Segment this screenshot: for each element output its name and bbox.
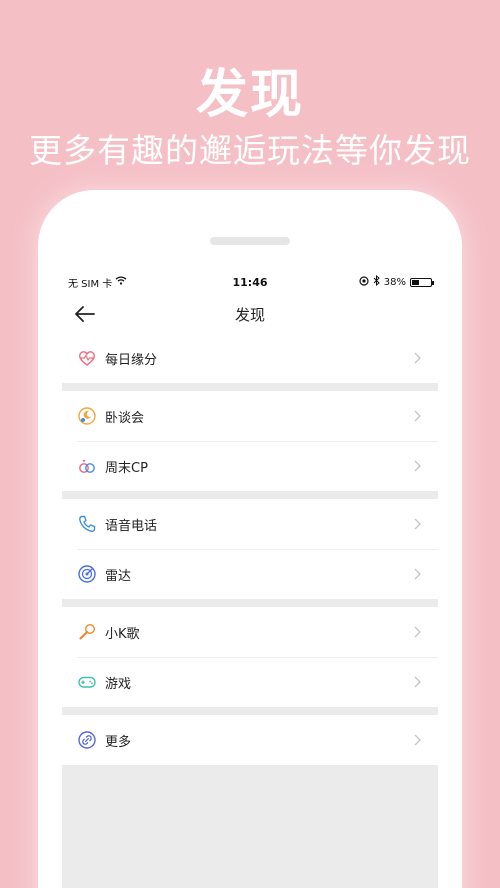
menu-item-label: 小K歌 bbox=[105, 626, 140, 642]
chevron-right-icon bbox=[408, 515, 426, 533]
status-bar: 无 SIM 卡 11:46 38% bbox=[62, 269, 438, 295]
menu-group: 小K歌游戏 bbox=[62, 607, 438, 707]
menu-item[interactable]: 雷达 bbox=[62, 549, 438, 599]
chevron-right-icon bbox=[408, 673, 426, 691]
battery-percent: 38% bbox=[383, 276, 406, 288]
menu-item-label: 游戏 bbox=[105, 676, 132, 692]
menu-item-label: 每日缘分 bbox=[105, 352, 158, 368]
gamepad-icon bbox=[77, 672, 97, 692]
chevron-right-icon bbox=[408, 349, 426, 367]
chevron-right-icon bbox=[408, 731, 426, 749]
chevron-right-icon bbox=[408, 407, 426, 425]
chevron-right-icon bbox=[408, 457, 426, 475]
back-button[interactable] bbox=[72, 302, 98, 326]
menu-item[interactable]: 游戏 bbox=[62, 657, 438, 707]
nav-bar: 发现 bbox=[62, 295, 438, 333]
chevron-right-icon bbox=[408, 623, 426, 641]
bluetooth-icon bbox=[373, 274, 380, 289]
chevron-right-icon bbox=[408, 565, 426, 583]
moon-chat-icon bbox=[77, 406, 97, 426]
promo-subtitle: 更多有趣的邂逅玩法等你发现 bbox=[29, 131, 471, 170]
menu-group: 更多 bbox=[62, 715, 438, 765]
menu-item-label: 语音电话 bbox=[105, 518, 158, 534]
menu-group: 语音电话 雷达 bbox=[62, 499, 438, 599]
menu-item-label: 周末CP bbox=[105, 460, 148, 476]
menu-item[interactable]: 周末CP bbox=[62, 441, 438, 491]
location-lock-icon bbox=[359, 275, 369, 289]
menu-item-label: 雷达 bbox=[105, 568, 132, 584]
menu-item[interactable]: 语音电话 bbox=[62, 499, 438, 549]
microphone-icon bbox=[77, 622, 97, 642]
heart-pulse-icon bbox=[77, 348, 97, 368]
menu-item[interactable]: 卧谈会 bbox=[62, 391, 438, 441]
phone-speaker bbox=[210, 237, 290, 245]
rings-icon bbox=[77, 456, 97, 476]
promo-title: 发现 bbox=[195, 65, 304, 125]
menu-group: 卧谈会周末CP bbox=[62, 391, 438, 491]
menu-group: 每日缘分 bbox=[62, 333, 438, 383]
radar-icon bbox=[77, 564, 97, 584]
discover-list: 每日缘分 卧谈会 周末CP 语音电话 雷达 小K歌 游戏 更多 bbox=[62, 333, 438, 765]
back-arrow-icon bbox=[75, 306, 95, 322]
phone-icon bbox=[77, 514, 97, 534]
menu-item[interactable]: 每日缘分 bbox=[62, 333, 438, 383]
menu-item[interactable]: 更多 bbox=[62, 715, 438, 765]
page-title: 发现 bbox=[234, 305, 265, 324]
menu-item-label: 更多 bbox=[105, 734, 132, 750]
battery-icon bbox=[410, 277, 434, 287]
menu-item[interactable]: 小K歌 bbox=[62, 607, 438, 657]
phone-frame: 无 SIM 卡 11:46 38% 发现 每日缘分 卧谈会 周末CP 语音电话 … bbox=[38, 190, 462, 888]
phone-screen: 无 SIM 卡 11:46 38% 发现 每日缘分 卧谈会 周末CP 语音电话 … bbox=[62, 269, 438, 888]
menu-item-label: 卧谈会 bbox=[105, 410, 145, 426]
link-icon bbox=[77, 730, 97, 750]
